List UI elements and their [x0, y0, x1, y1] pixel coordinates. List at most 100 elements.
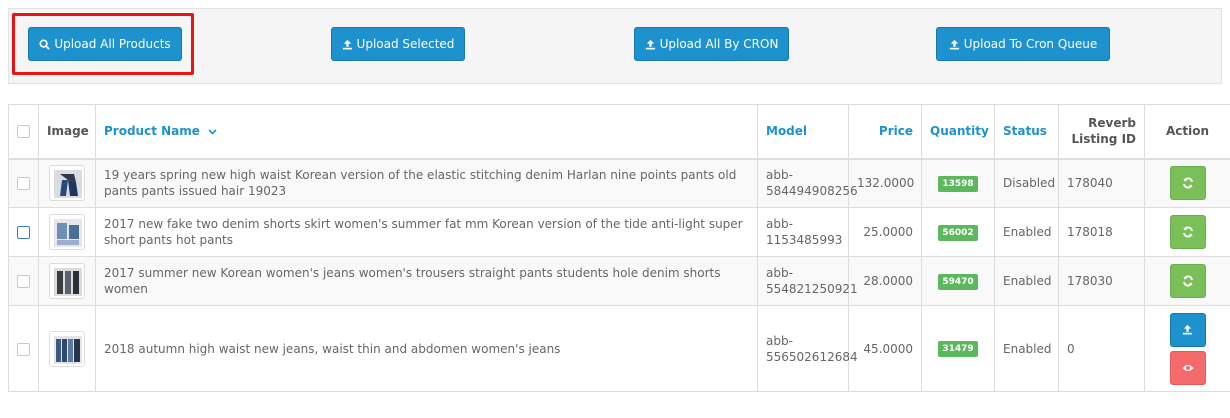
status-cell: Enabled: [994, 256, 1059, 306]
status-cell: Enabled: [994, 207, 1059, 257]
upload-icon: [645, 39, 655, 49]
product-name-cell: 19 years spring new high waist Korean ve…: [95, 158, 758, 208]
image-cell: [38, 256, 96, 306]
refresh-icon: [1182, 177, 1193, 189]
product-name-cell: 2017 summer new Korean women's jeans wom…: [95, 256, 758, 306]
quantity-badge: 59470: [938, 273, 978, 290]
price-cell: 45.0000: [848, 305, 922, 392]
sync-button[interactable]: [1169, 166, 1206, 201]
chevron-down-icon: [208, 129, 217, 135]
quantity-cell: 13598: [921, 158, 995, 208]
upload-icon: [342, 39, 352, 49]
model-prefix: abb-: [766, 266, 793, 280]
upload-all-by-cron-button[interactable]: Upload All By CRON: [634, 27, 789, 61]
select-all-checkbox[interactable]: [17, 125, 30, 139]
status-cell: Enabled: [994, 305, 1059, 392]
product-name-cell: 2017 new fake two denim shorts skirt wom…: [95, 207, 758, 257]
refresh-icon: [1182, 275, 1193, 287]
upload-icon: [1182, 324, 1193, 335]
price-cell: 25.0000: [848, 207, 922, 257]
upload-icon: [949, 39, 959, 49]
refresh-icon: [1182, 226, 1193, 238]
quantity-badge: 56002: [938, 224, 978, 241]
column-header-quantity[interactable]: Quantity: [921, 104, 995, 160]
select-all-cell: [8, 104, 39, 160]
column-header-reverb-listing-id: Reverb Listing ID: [1058, 104, 1145, 160]
action-cell: [1144, 305, 1230, 392]
sync-button[interactable]: [1169, 215, 1206, 249]
model-number: 556502612684: [766, 349, 858, 364]
upload-to-cron-queue-button[interactable]: Upload To Cron Queue: [936, 27, 1110, 61]
model-number: 554821250921: [766, 282, 858, 296]
listing-id-cell: 178040: [1058, 158, 1145, 208]
image-cell: [38, 305, 96, 392]
model-cell: abb- 554821250921: [757, 256, 858, 306]
status-cell: Disabled: [994, 158, 1059, 208]
action-button-group: [1145, 312, 1230, 385]
row-checkbox[interactable]: [17, 275, 30, 288]
model-number: 584494908256: [766, 184, 858, 199]
highlight-box: [12, 13, 194, 75]
listing-id-cell: 0: [1058, 305, 1145, 392]
quantity-cell: 31479: [921, 305, 995, 392]
action-cell: [1144, 207, 1230, 257]
listing-header-line2: Listing ID: [1071, 132, 1137, 147]
row-select-cell: [8, 305, 39, 392]
row-select-cell: [8, 207, 39, 257]
table-row: 2017 new fake two denim shorts skirt wom…: [8, 207, 1230, 257]
quantity-cell: 56002: [921, 207, 995, 257]
product-thumbnail: [49, 330, 85, 367]
sync-button[interactable]: [1169, 264, 1206, 298]
column-header-price[interactable]: Price: [848, 104, 922, 160]
product-image: [54, 268, 82, 296]
listing-id-cell: 178018: [1058, 207, 1145, 257]
row-checkbox[interactable]: [17, 342, 30, 356]
table-row: 19 years spring new high waist Korean ve…: [8, 158, 1230, 208]
model-cell: abb- 556502612684: [757, 305, 858, 392]
product-thumbnail: [49, 214, 85, 250]
listing-id-cell: 178030: [1058, 256, 1145, 306]
column-header-product-name[interactable]: Product Name: [95, 104, 758, 160]
upload-selected-button[interactable]: Upload Selected: [331, 27, 465, 61]
column-header-action: Action: [1144, 104, 1230, 160]
row-checkbox[interactable]: [17, 226, 30, 239]
image-cell: [38, 158, 96, 208]
action-cell: [1144, 158, 1230, 208]
model-cell: abb- 1153485993: [757, 207, 849, 257]
column-header-image: Image: [38, 104, 96, 160]
table-header-row: Image Product Name Model Price Quantity …: [8, 104, 1230, 160]
row-select-cell: [8, 256, 39, 306]
product-name-sort-label: Product Name: [104, 124, 200, 139]
column-header-model[interactable]: Model: [757, 104, 849, 160]
product-image: [54, 170, 82, 199]
model-cell: abb- 584494908256: [757, 158, 858, 208]
quantity-cell: 59470: [921, 256, 995, 306]
price-cell: 132.0000: [848, 158, 922, 208]
model-number: 1153485993: [766, 233, 843, 247]
model-prefix: abb-: [766, 217, 793, 231]
upload-product-button[interactable]: [1169, 312, 1206, 347]
product-thumbnail: [49, 263, 85, 299]
image-cell: [38, 207, 96, 257]
view-error-button[interactable]: [1169, 350, 1206, 385]
table-row: 2017 summer new Korean women's jeans wom…: [8, 256, 1230, 306]
quantity-badge: 31479: [938, 341, 978, 357]
model-prefix: abb-: [766, 333, 793, 348]
product-name-cell: 2018 autumn high waist new jeans, waist …: [95, 305, 758, 392]
product-thumbnail: [49, 165, 85, 202]
eye-icon: [1182, 364, 1193, 371]
upload-all-by-cron-label: Upload All By CRON: [659, 37, 779, 51]
action-cell: [1144, 256, 1230, 306]
products-table: Image Product Name Model Price Quantity …: [8, 104, 1230, 392]
upload-to-cron-queue-label: Upload To Cron Queue: [963, 37, 1098, 51]
model-prefix: abb-: [766, 168, 793, 183]
product-image: [54, 335, 82, 364]
quantity-badge: 13598: [938, 175, 978, 192]
upload-selected-label: Upload Selected: [356, 37, 455, 51]
price-cell: 28.0000: [848, 256, 922, 306]
row-checkbox[interactable]: [17, 177, 30, 191]
column-header-status[interactable]: Status: [994, 104, 1059, 160]
listing-header-line1: Reverb: [1088, 116, 1136, 131]
row-select-cell: [8, 158, 39, 208]
product-image: [54, 219, 82, 247]
